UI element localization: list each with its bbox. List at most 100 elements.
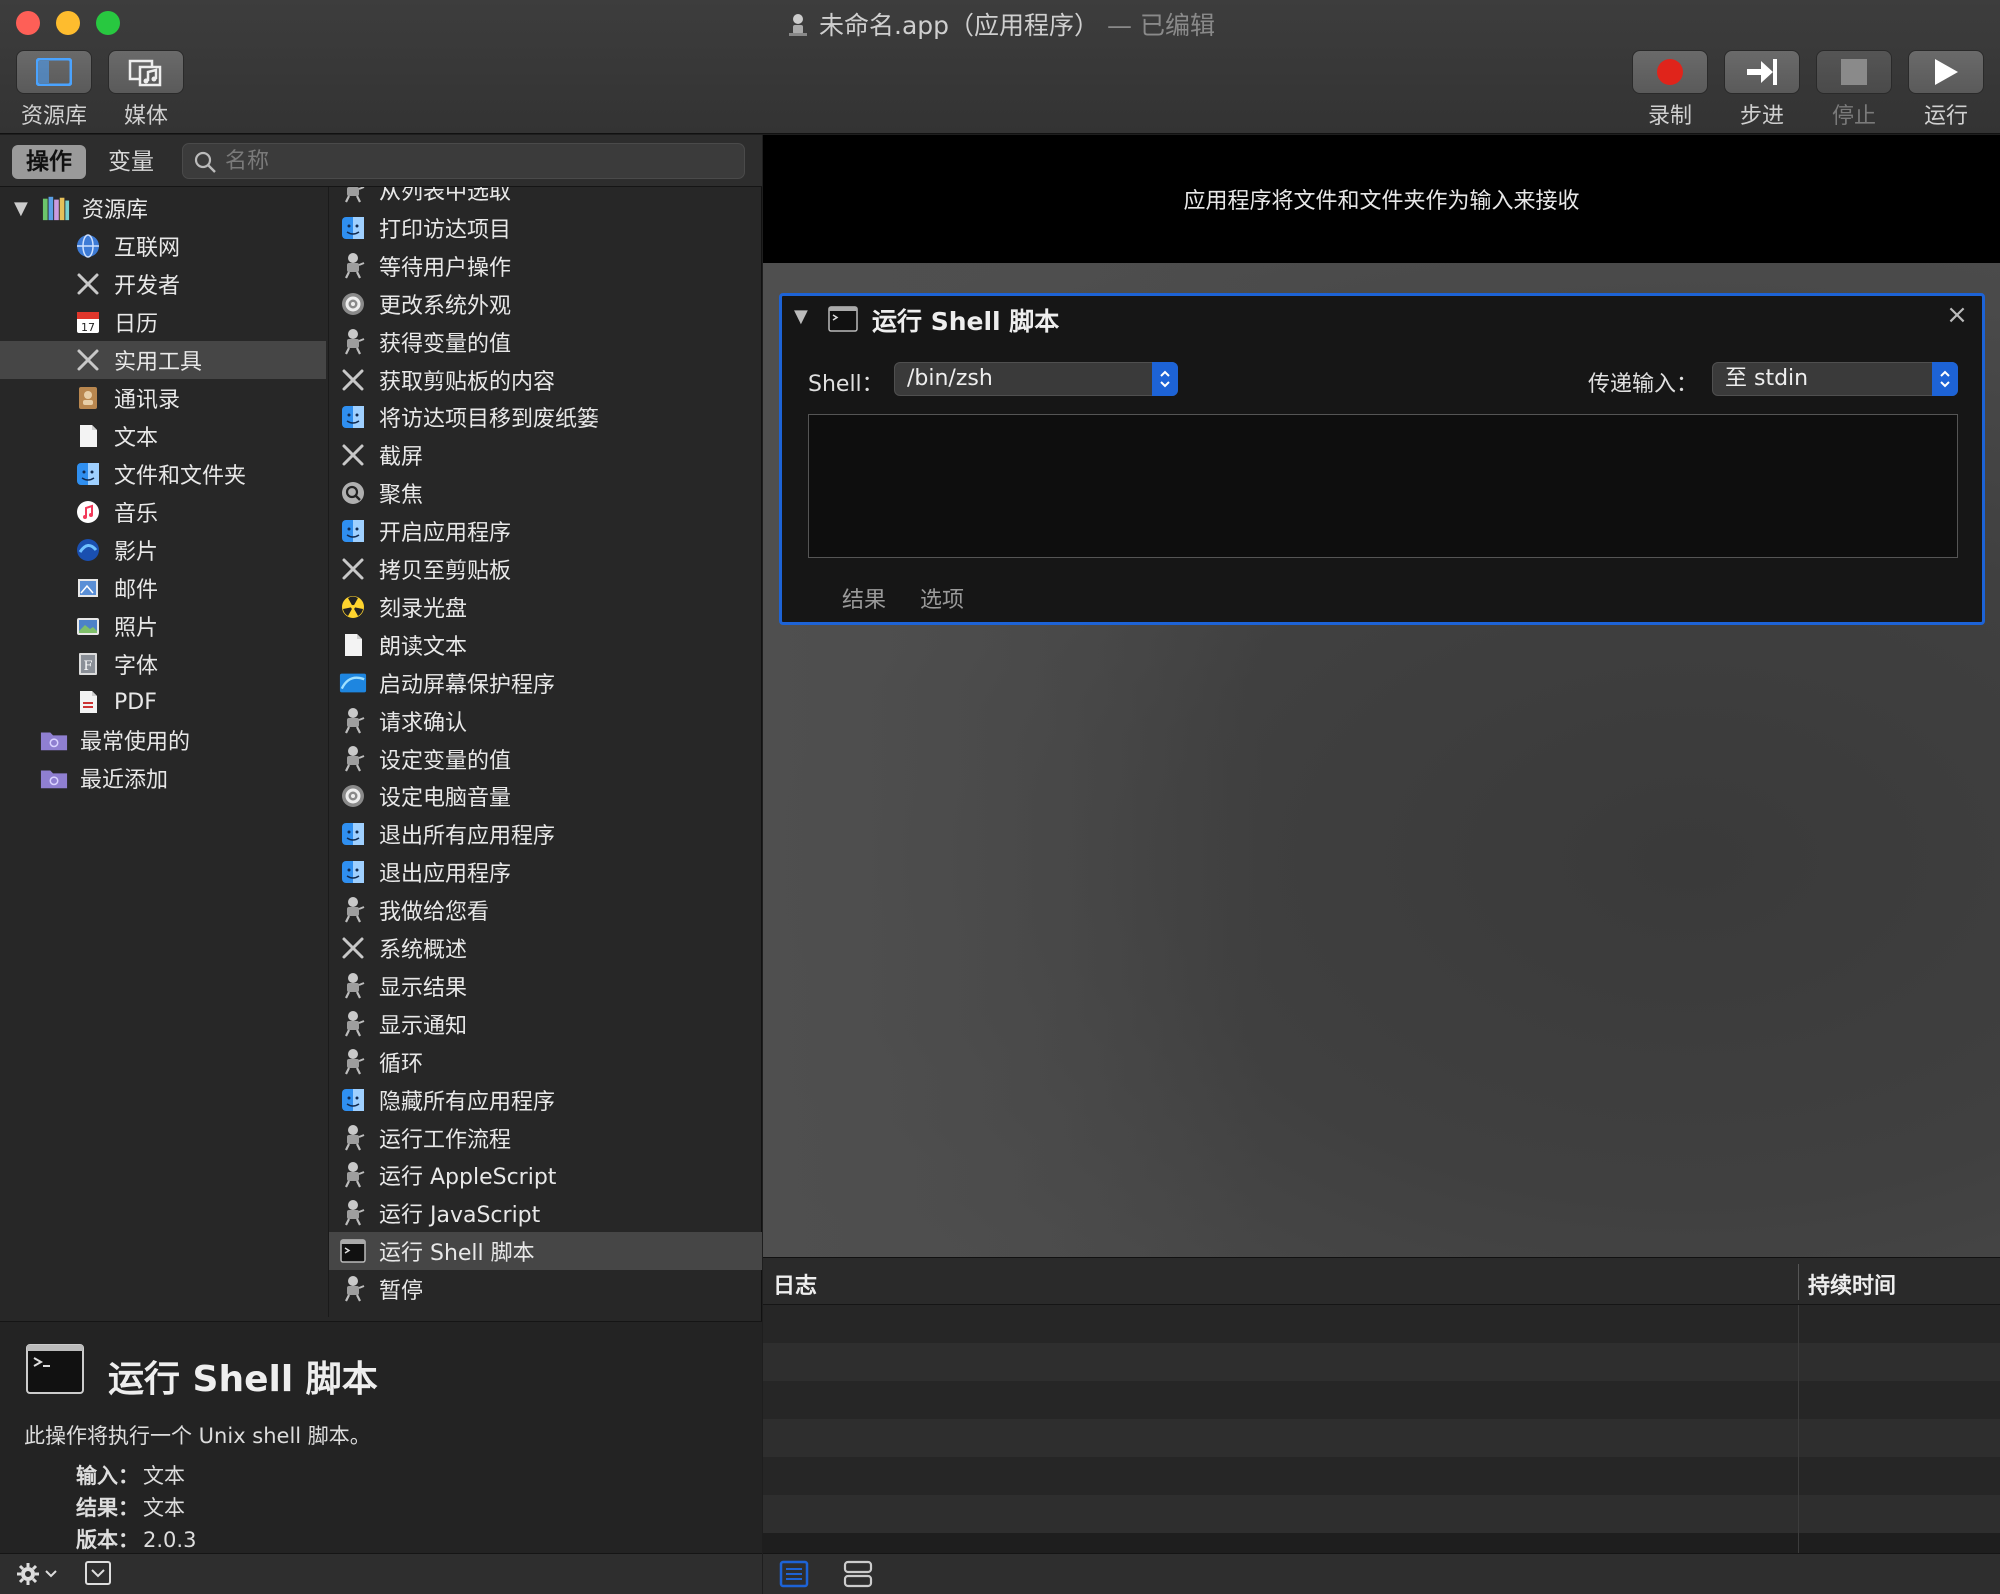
smart-folder-icon (40, 726, 68, 754)
smart-group-item[interactable]: 最近添加 (0, 759, 326, 797)
automator-robot-icon (339, 1275, 367, 1303)
action-list-item[interactable]: 打印访达项目 (329, 209, 762, 247)
description-text: 此操作将执行一个 Unix shell 脚本。 (24, 1424, 371, 1448)
library-item[interactable]: PDF (0, 683, 326, 721)
action-list-item-label: 暂停 (379, 1279, 424, 1305)
photos-icon (74, 612, 102, 640)
library-item[interactable]: 邮件 (0, 569, 326, 607)
table-row (763, 1343, 2000, 1381)
action-list-item-label: 我做给您看 (379, 900, 490, 926)
action-list-item[interactable]: 启动屏幕保护程序 (329, 664, 762, 702)
library-item[interactable]: 文本 (0, 417, 326, 455)
action-list-item[interactable]: 运行 Shell 脚本 (329, 1232, 762, 1271)
split-view-button[interactable] (843, 1560, 873, 1588)
action-list-item-label: 朗读文本 (379, 634, 468, 660)
action-list-item[interactable]: 刻录光盘 (329, 588, 762, 626)
action-list-item[interactable]: 运行 JavaScript (329, 1194, 762, 1232)
tab-options[interactable]: 选项 (920, 582, 964, 614)
library-books-icon (42, 194, 70, 222)
tab-actions[interactable]: 操作 (12, 145, 86, 179)
tab-variables[interactable]: 变量 (94, 145, 168, 179)
action-list-item[interactable]: 设定电脑音量 (329, 777, 762, 815)
run-shell-script-action[interactable]: ▼ 运行 Shell 脚本 × Shell： /bin/zsh 传递输入： 至 … (779, 293, 1985, 625)
library-item[interactable]: 影片 (0, 531, 326, 569)
library-item[interactable]: 文件和文件夹 (0, 455, 326, 493)
log-table-header: 日志 持续时间 (763, 1257, 2000, 1305)
action-list-item[interactable]: 退出所有应用程序 (329, 815, 762, 853)
action-list-item[interactable]: 获得变量的值 (329, 323, 762, 361)
action-list-item[interactable]: 我做给您看 (329, 891, 762, 929)
record-button[interactable] (1632, 50, 1708, 94)
action-list-item[interactable]: 请求确认 (329, 702, 762, 740)
mail-icon (74, 574, 102, 602)
action-list-item[interactable]: 朗读文本 (329, 626, 762, 664)
library-item-label: 邮件 (114, 578, 159, 603)
action-list-item[interactable]: 截屏 (329, 436, 762, 474)
action-list-item-label: 获取剪贴板的内容 (379, 369, 556, 395)
script-textarea[interactable] (809, 415, 1957, 557)
library-item[interactable]: 音乐 (0, 493, 326, 531)
library-item[interactable]: 开发者 (0, 265, 326, 303)
library-item-label: 日历 (114, 312, 159, 337)
library-item-label: 开发者 (114, 274, 181, 299)
automator-robot-icon (339, 1199, 367, 1227)
collapse-triangle-icon[interactable]: ▼ (794, 306, 808, 327)
library-item[interactable]: 互联网 (0, 227, 326, 265)
disclosure-triangle-icon[interactable]: ▼ (14, 198, 34, 219)
action-list-item[interactable]: 退出应用程序 (329, 853, 762, 891)
smart-group-item[interactable]: 最常使用的 (0, 721, 326, 759)
action-list-item[interactable]: 暂停 (329, 1270, 762, 1308)
action-list-item[interactable]: 将访达项目移到废纸篓 (329, 398, 762, 436)
media-button[interactable] (108, 50, 184, 94)
tab-results[interactable]: 结果 (842, 582, 886, 614)
step-button[interactable] (1724, 50, 1800, 94)
contacts-icon (74, 384, 102, 412)
screensaver-icon (339, 669, 367, 697)
library-item[interactable]: 实用工具 (0, 341, 326, 379)
remove-action-button[interactable]: × (1942, 300, 1972, 330)
script-editor[interactable] (808, 414, 1958, 558)
action-list-item[interactable]: 开启应用程序 (329, 512, 762, 550)
library-item[interactable]: 照片 (0, 607, 326, 645)
action-list-item[interactable]: 循环 (329, 1043, 762, 1081)
log-column-header[interactable]: 日志 (773, 1268, 817, 1300)
utilities-tools-icon (74, 346, 102, 374)
action-list-item[interactable]: 拷贝至剪贴板 (329, 550, 762, 588)
search-input[interactable] (225, 147, 725, 175)
library-root[interactable]: ▼ 资源库 (0, 189, 326, 227)
library-item[interactable]: 17 日历 (0, 303, 326, 341)
workflow-bottom-bar (763, 1553, 2000, 1594)
library-item[interactable]: F 字体 (0, 645, 326, 683)
action-list-item[interactable]: 显示通知 (329, 1005, 762, 1043)
library-toggle-button[interactable] (16, 50, 92, 94)
action-list-item[interactable]: 等待用户操作 (329, 247, 762, 285)
automator-robot-icon (339, 252, 367, 280)
shell-popup[interactable]: /bin/zsh (894, 362, 1178, 396)
action-menu-button[interactable] (16, 1560, 64, 1588)
smart-group-label: 最近添加 (80, 768, 169, 793)
action-list-item[interactable]: 更改系统外观 (329, 285, 762, 323)
action-list-item[interactable]: 获取剪贴板的内容 (329, 361, 762, 399)
action-list-item[interactable]: 聚焦 (329, 474, 762, 512)
search-field[interactable] (182, 143, 745, 179)
run-button[interactable] (1908, 50, 1984, 94)
action-list-item[interactable]: 运行工作流程 (329, 1119, 762, 1157)
pass-input-popup[interactable]: 至 stdin (1712, 362, 1958, 396)
toggle-description-button[interactable] (84, 1560, 112, 1588)
column-divider[interactable] (1798, 1264, 1799, 1300)
action-list-item[interactable]: 设定变量的值 (329, 740, 762, 778)
action-list-item[interactable]: 运行 AppleScript (329, 1156, 762, 1194)
library-item-label: PDF (114, 689, 157, 715)
list-view-button[interactable] (779, 1560, 809, 1588)
duration-column-header[interactable]: 持续时间 (1808, 1268, 1896, 1300)
svg-text:17: 17 (81, 321, 95, 334)
action-list-item[interactable]: 显示结果 (329, 967, 762, 1005)
terminal-icon (339, 1237, 367, 1265)
action-list-item[interactable]: 从列表中选取 (329, 187, 762, 209)
workflow-canvas[interactable]: ▼ 运行 Shell 脚本 × Shell： /bin/zsh 传递输入： 至 … (763, 263, 2000, 1257)
action-list-item-label: 开启应用程序 (379, 521, 512, 547)
action-list-item[interactable]: 系统概述 (329, 929, 762, 967)
stop-button[interactable] (1816, 50, 1892, 94)
library-item[interactable]: 通讯录 (0, 379, 326, 417)
action-list-item[interactable]: 隐藏所有应用程序 (329, 1081, 762, 1119)
